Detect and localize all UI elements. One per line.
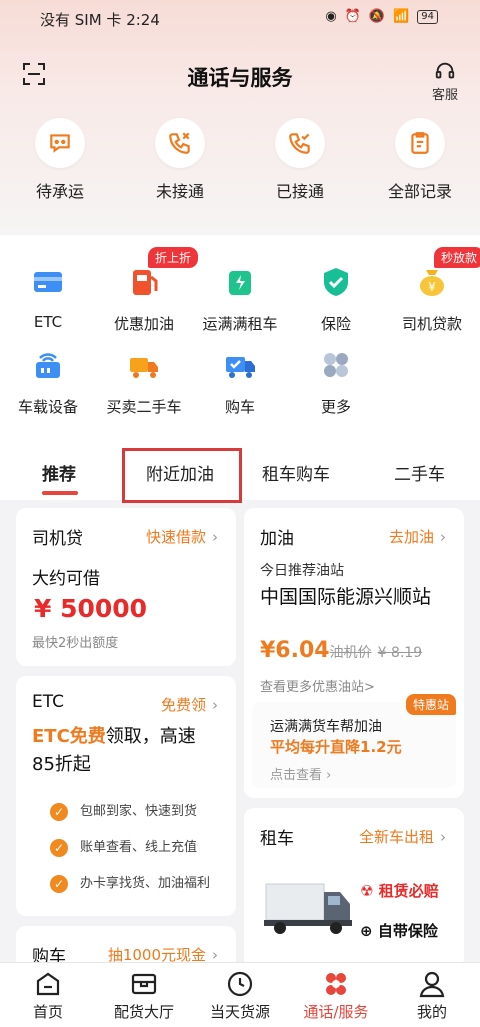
loan-desc: 大约可借: [32, 569, 100, 589]
wifi-icon: 📶: [393, 9, 410, 24]
etc-card-icon: [34, 272, 62, 292]
etc-line2: 85折起: [32, 754, 91, 775]
truck-message-icon: [50, 134, 70, 153]
nav-home[interactable]: 首页: [0, 969, 96, 1022]
etc-features: ✓ 包邮到家、快速到货 ✓ 账单查看、线上充值 ✓ 办卡享找货、加油福利: [50, 794, 210, 902]
insurance-icon: ⊕: [360, 922, 373, 940]
service-vehicle-device[interactable]: 车载设备: [0, 348, 96, 417]
mute-icon: 🔕: [368, 9, 386, 24]
service-used-car[interactable]: 买卖二手车: [96, 348, 192, 417]
service-driver-loan[interactable]: ¥ 司机贷款 秒放款: [384, 247, 480, 334]
rent-tag-1: ☢ 租赁必赔: [360, 882, 439, 900]
money-bag-icon: ¥: [420, 270, 444, 296]
badge-fast-loan: 秒放款: [434, 247, 480, 268]
tab-indicator: [42, 491, 78, 495]
fuel-price: ¥6.04: [260, 638, 330, 663]
battery-icon: 94: [417, 9, 438, 24]
shield-icon: [324, 268, 348, 296]
rent-tag-2: ⊕ 自带保险: [360, 922, 438, 940]
truck-check-icon: [226, 357, 255, 378]
check-icon: ✓: [50, 874, 68, 893]
loan-card[interactable]: 司机贷 快速借款 › 大约可借 ¥ 50000 最快2秒出额度: [16, 508, 236, 666]
alarm-icon: ⏰: [344, 9, 361, 24]
status-bar: 没有 SIM 卡 2:24 ◉ ⏰ 🔕 📶 94: [0, 0, 480, 36]
clock-icon: [227, 971, 253, 997]
status-text: 没有 SIM 卡 2:24: [40, 11, 160, 29]
loan-title: 司机贷: [32, 529, 83, 549]
service-insurance[interactable]: 保险: [288, 265, 384, 334]
rent-card[interactable]: 租车 全新车出租 › ☢ 租赁必赔 ⊕ 自带保险: [244, 808, 464, 968]
nav-cargo-hall[interactable]: 配货大厅: [96, 969, 192, 1022]
connected-call-icon: [289, 133, 310, 154]
promo-title: 运满满货车帮加油: [270, 719, 382, 735]
etc-feature-1: ✓ 包邮到家、快速到货: [50, 794, 210, 830]
eye-icon: ◉: [325, 9, 337, 24]
promo-link[interactable]: 点击查看 ›: [270, 764, 331, 783]
fuel-promo[interactable]: 特惠站 运满满货车帮加油 平均每升直降1.2元 点击查看 ›: [252, 694, 456, 788]
call-all-records[interactable]: 全部记录: [360, 118, 480, 202]
call-pending[interactable]: 待承运: [0, 118, 120, 202]
nav-call-service[interactable]: 通话/服务: [288, 969, 384, 1022]
svg-text:¥: ¥: [428, 280, 436, 294]
etc-title: ETC: [32, 692, 64, 712]
etc-feature-2: ✓ 账单查看、线上充值: [50, 830, 210, 866]
page-title: 通话与服务: [187, 66, 293, 90]
nav-mine[interactable]: 我的: [384, 969, 480, 1022]
check-icon: ✓: [50, 802, 68, 821]
headset-icon: [435, 62, 455, 79]
header: 通话与服务 客服: [0, 50, 480, 103]
home-icon: [36, 972, 60, 996]
loan-note: 最快2秒出额度: [32, 636, 119, 651]
nav-today-cargo[interactable]: 当天货源: [192, 969, 288, 1022]
fuel-orig-label: 油机价: [329, 645, 372, 661]
call-missed[interactable]: 未接通: [120, 118, 240, 202]
more-grid-icon: [324, 353, 348, 377]
fuel-pump-icon: [133, 270, 158, 295]
highlight-box: [122, 448, 242, 503]
tab-used-car[interactable]: 二手车: [394, 460, 445, 485]
check-icon: ✓: [50, 838, 68, 857]
fuel-action[interactable]: 去加油 ›: [389, 526, 446, 547]
loan-amount: ¥ 50000: [34, 594, 148, 623]
fuel-more-link[interactable]: 查看更多优惠油站>: [260, 676, 375, 695]
tab-recommend[interactable]: 推荐: [42, 460, 76, 485]
customer-service-button[interactable]: 客服: [432, 60, 458, 103]
service-buy-car[interactable]: 购车: [192, 348, 288, 417]
etc-line1-rest: 领取，高速: [105, 726, 196, 747]
truck-trade-icon: [130, 358, 158, 378]
loan-action[interactable]: 快速借款 ›: [146, 526, 218, 547]
fuel-rec: 今日推荐油站: [260, 563, 344, 579]
fuel-station: 中国国际能源兴顺站: [260, 586, 432, 608]
device-icon: [36, 353, 60, 378]
missed-call-icon: [169, 132, 190, 154]
money-icon: ☢: [360, 882, 374, 900]
etc-feature-3: ✓ 办卡享找货、加油福利: [50, 866, 210, 902]
rent-title: 租车: [260, 829, 294, 849]
electric-car-icon: [229, 271, 251, 295]
service-car-rental[interactable]: 运满满租车: [192, 265, 288, 334]
fuel-card[interactable]: 加油 去加油 › 今日推荐油站 中国国际能源兴顺站 ¥6.04油机价 ¥ 8.19 …: [244, 508, 464, 798]
etc-action[interactable]: 免费领 ›: [161, 694, 218, 715]
service-more[interactable]: 更多: [288, 348, 384, 417]
promo-sub: 平均每升直降1.2元: [270, 738, 402, 756]
truck-image: [264, 883, 352, 934]
fuel-orig-price: ¥ 8.19: [377, 645, 423, 661]
rent-action[interactable]: 全新车出租 ›: [359, 826, 446, 847]
call-records: 待承运 未接通 已接通 全部记录: [0, 118, 480, 202]
service-dots-icon: [326, 973, 346, 995]
user-icon: [419, 971, 445, 998]
promo-badge: 特惠站: [405, 694, 456, 715]
box-icon: [131, 973, 157, 995]
etc-card[interactable]: ETC 免费领 › ETC免费领取，高速 85折起 ✓ 包邮到家、快速到货 ✓ 账单查…: [16, 676, 236, 916]
etc-line1-highlight: ETC免费: [32, 726, 106, 747]
fuel-title: 加油: [260, 529, 294, 549]
service-etc[interactable]: ETC: [0, 265, 96, 331]
service-fuel-discount[interactable]: 优惠加油 折上折: [96, 247, 199, 334]
badge-discount: 折上折: [148, 247, 199, 268]
bottom-nav: 首页 配货大厅 当天货源 通话/服务 我的: [0, 962, 480, 1027]
call-connected[interactable]: 已接通: [240, 118, 360, 202]
clipboard-icon: [411, 132, 429, 154]
tab-rent-buy[interactable]: 租车购车: [262, 460, 330, 485]
